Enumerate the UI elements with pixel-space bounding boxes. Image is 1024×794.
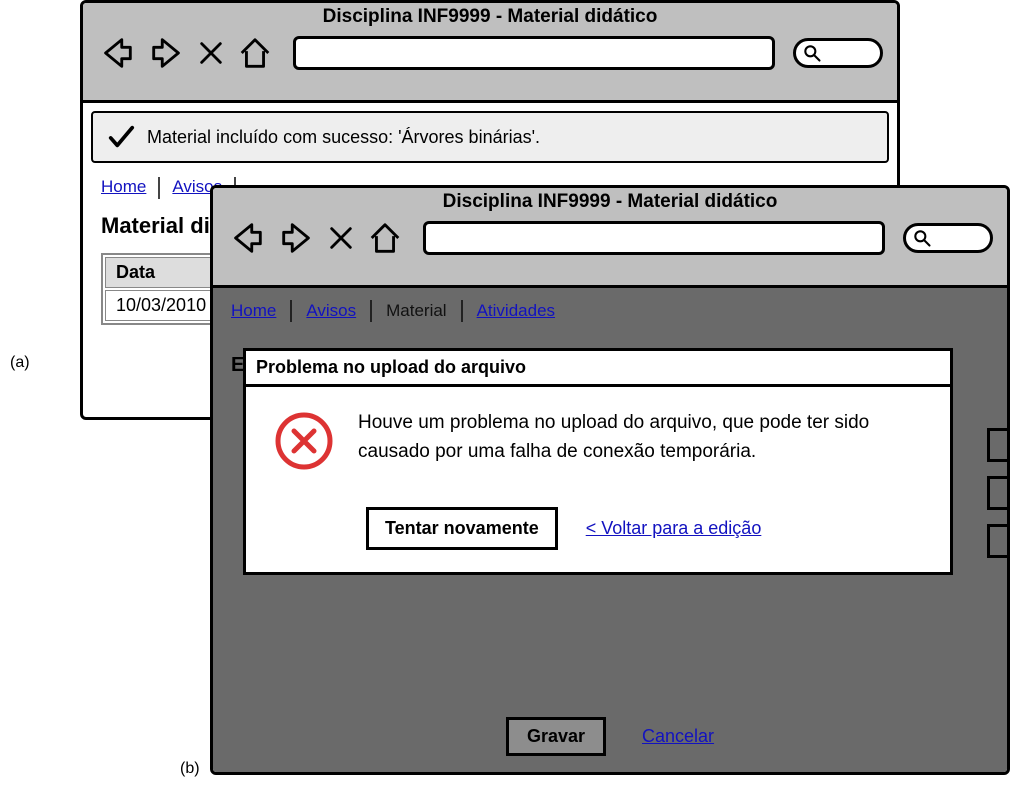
window-title-a: Disciplina INF9999 - Material didático xyxy=(83,3,897,28)
stop-icon[interactable] xyxy=(197,34,225,72)
tab-separator xyxy=(370,300,372,322)
url-input[interactable] xyxy=(293,36,775,70)
obscured-controls xyxy=(987,428,1007,558)
home-icon[interactable] xyxy=(365,219,405,257)
titlebar-a: Disciplina INF9999 - Material didático xyxy=(83,3,897,103)
check-icon xyxy=(107,123,135,151)
table-cell-date: 10/03/2010 xyxy=(105,290,217,321)
url-input[interactable] xyxy=(423,221,885,255)
stop-icon[interactable] xyxy=(327,219,355,257)
figure-label-a: (a) xyxy=(10,354,30,372)
forward-icon[interactable] xyxy=(147,34,187,72)
tab-separator xyxy=(461,300,463,322)
col-header-data: Data xyxy=(105,257,217,288)
home-icon[interactable] xyxy=(235,34,275,72)
back-icon[interactable] xyxy=(227,219,267,257)
tab-separator xyxy=(158,177,160,199)
error-dialog: Problema no upload do arquivo Houve um p… xyxy=(243,348,953,575)
tab-separator xyxy=(290,300,292,322)
back-icon[interactable] xyxy=(97,34,137,72)
back-to-edit-link[interactable]: < Voltar para a edição xyxy=(586,518,762,539)
dialog-title: Problema no upload do arquivo xyxy=(246,351,950,387)
dialog-message: Houve um problema no upload do arquivo, … xyxy=(358,409,878,466)
form-actions: Gravar Cancelar xyxy=(213,717,1007,756)
browser-window-b: Disciplina INF9999 - Material didático H… xyxy=(210,185,1010,775)
material-table: Data 10/03/2010 xyxy=(101,253,221,325)
window-title-b: Disciplina INF9999 - Material didático xyxy=(213,188,1007,213)
search-icon xyxy=(802,43,822,63)
cancel-link[interactable]: Cancelar xyxy=(642,726,714,747)
error-icon xyxy=(272,409,336,473)
figure-label-b: (b) xyxy=(180,760,200,778)
search-box[interactable] xyxy=(793,38,883,68)
search-icon xyxy=(912,228,932,248)
tab-home[interactable]: Home xyxy=(101,177,146,199)
tab-avisos[interactable]: Avisos xyxy=(306,301,356,321)
save-button[interactable]: Gravar xyxy=(506,717,606,756)
success-text: Material incluído com sucesso: 'Árvores … xyxy=(147,127,540,148)
forward-icon[interactable] xyxy=(277,219,317,257)
tab-atividades[interactable]: Atividades xyxy=(477,301,555,321)
tab-material[interactable]: Material xyxy=(386,301,446,321)
success-banner: Material incluído com sucesso: 'Árvores … xyxy=(91,111,889,163)
search-box[interactable] xyxy=(903,223,993,253)
titlebar-b: Disciplina INF9999 - Material didático xyxy=(213,188,1007,288)
nav-tabs-b: Home Avisos Material Atividades xyxy=(231,300,989,322)
page-body-b: Home Avisos Material Atividades E Proble… xyxy=(213,288,1007,772)
tab-home[interactable]: Home xyxy=(231,301,276,321)
retry-button[interactable]: Tentar novamente xyxy=(366,507,558,550)
